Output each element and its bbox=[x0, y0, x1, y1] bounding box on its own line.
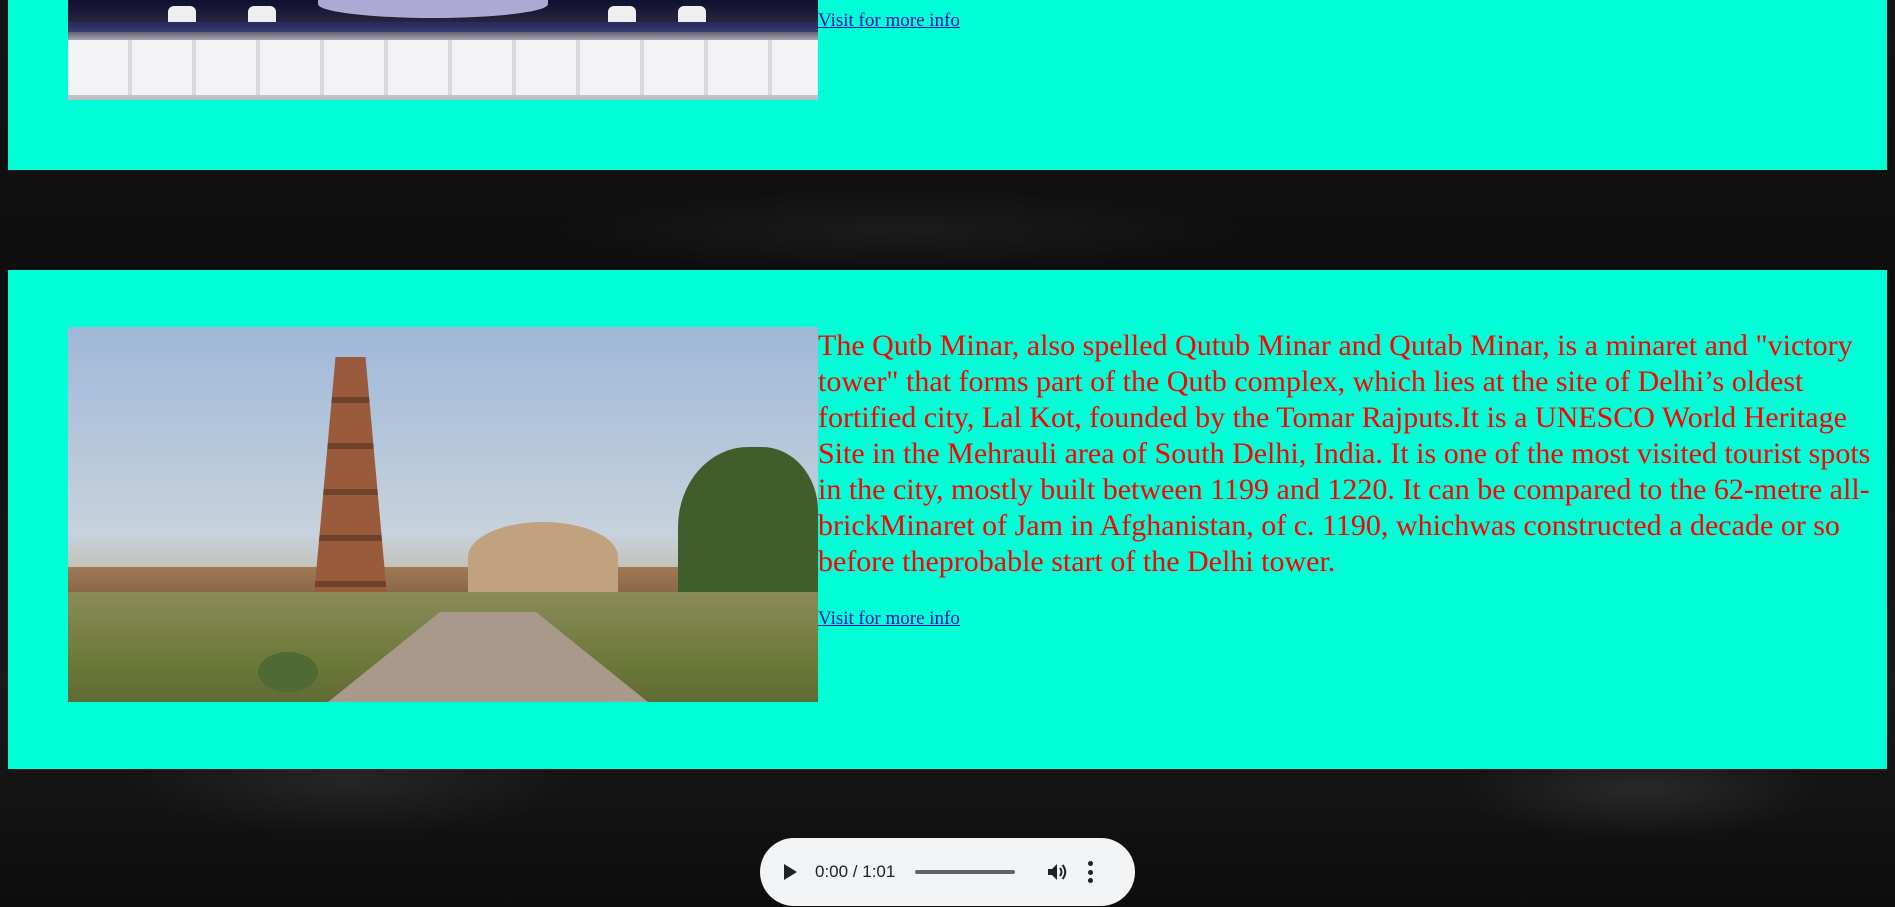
visit-more-info-link[interactable]: Visit for more info bbox=[818, 10, 960, 32]
qutb-text-column: The Qutb Minar, also spelled Qutub Minar… bbox=[818, 328, 1884, 630]
audio-seek-bar[interactable] bbox=[915, 870, 1016, 874]
audio-time: 0:00 / 1:01 bbox=[815, 862, 896, 881]
qutb-minar-image bbox=[68, 327, 818, 702]
qutb-description: The Qutb Minar, also spelled Qutub Minar… bbox=[818, 329, 1871, 578]
monument-card-qutb: The Qutb Minar, also spelled Qutub Minar… bbox=[8, 270, 1887, 769]
visit-more-info-link[interactable]: Visit for more info bbox=[818, 608, 960, 630]
taj-mahal-image bbox=[68, 0, 818, 100]
play-icon[interactable] bbox=[784, 864, 797, 880]
volume-icon[interactable] bbox=[1047, 862, 1069, 882]
audio-player: 0:00 / 1:01 bbox=[760, 838, 1135, 906]
more-options-icon[interactable] bbox=[1087, 861, 1093, 883]
monument-card-taj: Visit for more info bbox=[8, 0, 1887, 170]
